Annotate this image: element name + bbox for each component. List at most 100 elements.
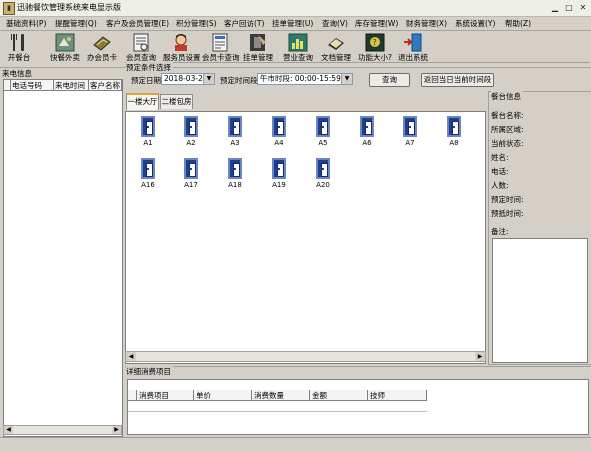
member-card-icon xyxy=(92,33,112,52)
takeout-button[interactable]: 快餐外卖 xyxy=(48,33,82,65)
exit-system-button[interactable]: 退出系统 xyxy=(398,33,428,65)
menu-bar: 基础资料(P) 提醒管理(Q) 客户及会员管理(E) 积分管理(S) 客户回访(… xyxy=(0,17,591,31)
consumption-grid[interactable]: 消费项目 单价 消费数量 金额 技师 xyxy=(127,379,589,435)
menu-item-customer-member[interactable]: 客户及会员管理(E) xyxy=(106,18,169,29)
scroll-right-arrow-icon[interactable]: ▶ xyxy=(475,352,485,361)
column-amount[interactable]: 金额 xyxy=(310,390,368,401)
minimize-button[interactable]: ▁ xyxy=(548,2,562,13)
scroll-right-arrow-icon[interactable]: ▶ xyxy=(112,426,121,434)
function-icon: ? xyxy=(365,33,385,52)
dining-table-a16[interactable]: A16 xyxy=(134,158,162,189)
field-arrival-time: 预抵时间: xyxy=(491,209,524,218)
dining-table-a17[interactable]: A17 xyxy=(177,158,205,189)
menu-item-customer-visit[interactable]: 客户回访(T) xyxy=(224,18,264,29)
member-card-query-button[interactable]: 会员卡查询 xyxy=(202,33,240,65)
close-button[interactable]: ✕ xyxy=(576,2,590,13)
scroll-left-arrow-icon[interactable]: ◀ xyxy=(126,352,136,361)
column-unit-price[interactable]: 单价 xyxy=(194,390,252,401)
exit-door-icon xyxy=(403,33,423,52)
consumption-details-group: 详细消费项目 消费项目 单价 消费数量 金额 技师 xyxy=(125,366,591,437)
field-name: 姓名: xyxy=(491,153,509,162)
dining-table-grid: A1 A2 A3 A4 A5 A6 A7 A8 A16 A17 A18 A19 … xyxy=(125,111,486,364)
query-button[interactable]: 查询 xyxy=(369,73,410,87)
dining-table-a3[interactable]: A3 xyxy=(221,116,249,147)
menu-item-system-settings[interactable]: 系统设置(Y) xyxy=(455,18,495,29)
field-reserve-time: 预定时间: xyxy=(491,195,524,204)
tab-floor2-rooms[interactable]: 二楼包房 xyxy=(160,94,193,109)
business-query-button[interactable]: 营业查询 xyxy=(283,33,313,65)
field-phone: 电话: xyxy=(491,167,509,176)
dining-table-a8[interactable]: A8 xyxy=(440,116,468,147)
table-grid-hscrollbar[interactable]: ◀ ▶ xyxy=(125,351,486,362)
open-table-label: 开餐台 xyxy=(7,53,31,62)
order-hold-button[interactable]: 挂单管理 xyxy=(243,33,273,65)
table-row[interactable] xyxy=(128,401,427,412)
svg-text:?: ? xyxy=(373,38,377,47)
dining-table-a6[interactable]: A6 xyxy=(353,116,381,147)
fork-knife-icon xyxy=(9,33,29,52)
table-door-icon xyxy=(141,158,155,179)
table-info-title: 餐台信息 xyxy=(491,91,523,102)
menu-item-query[interactable]: 查询(V) xyxy=(322,18,348,29)
waiter-settings-button[interactable]: 服务员设置 xyxy=(163,33,201,65)
dining-table-a18[interactable]: A18 xyxy=(221,158,249,189)
menu-item-basic-data[interactable]: 基础资料(P) xyxy=(6,18,46,29)
row-selector-header xyxy=(128,390,137,401)
return-current-button[interactable]: 返回当日当前时间段 xyxy=(421,73,494,87)
dining-table-a20[interactable]: A20 xyxy=(309,158,337,189)
dining-table-a5[interactable]: A5 xyxy=(309,116,337,147)
table-label: A20 xyxy=(316,181,330,189)
column-call-time[interactable]: 来电时间 xyxy=(54,80,89,91)
menu-item-reminder[interactable]: 提醒管理(Q) xyxy=(55,18,97,29)
table-door-icon xyxy=(184,116,198,137)
menu-item-order-hold[interactable]: 挂单管理(U) xyxy=(272,18,313,29)
dining-table-a1[interactable]: A1 xyxy=(134,116,162,147)
column-item[interactable]: 消费项目 xyxy=(137,390,194,401)
takeout-label: 快餐外卖 xyxy=(50,53,80,62)
member-query-button[interactable]: 会员查询 xyxy=(126,33,156,65)
dining-table-a2[interactable]: A2 xyxy=(177,116,205,147)
table-label: A8 xyxy=(449,139,459,147)
maximize-button[interactable]: □ xyxy=(562,2,576,13)
chevron-down-icon[interactable]: ▼ xyxy=(203,74,214,84)
table-door-icon xyxy=(228,158,242,179)
table-label: A1 xyxy=(143,139,153,147)
scroll-left-arrow-icon[interactable]: ◀ xyxy=(4,426,13,434)
table-label: A5 xyxy=(318,139,328,147)
notes-textarea[interactable] xyxy=(492,238,588,363)
document-management-button[interactable]: 文档管理 xyxy=(320,33,352,65)
caller-table[interactable]: 电话号码 来电时间 客户名称 xyxy=(3,79,123,437)
menu-item-finance[interactable]: 财务管理(X) xyxy=(406,18,447,29)
column-technician[interactable]: 技师 xyxy=(368,390,427,401)
dining-table-a4[interactable]: A4 xyxy=(265,116,293,147)
caller-info-panel: 来电信息 电话号码 来电时间 客户名称 ◀ ▶ xyxy=(2,68,123,437)
menu-item-inventory[interactable]: 库存管理(W) xyxy=(355,18,398,29)
field-table-name: 餐台名称: xyxy=(491,111,524,120)
date-picker[interactable]: 2018-03-23 ▼ xyxy=(161,73,215,85)
table-label: A16 xyxy=(141,181,155,189)
period-label: 预定时间段 xyxy=(220,76,258,85)
caller-table-hscrollbar[interactable]: ◀ ▶ xyxy=(3,425,122,435)
dining-table-a7[interactable]: A7 xyxy=(396,116,424,147)
function-button[interactable]: ? 功能大小? xyxy=(358,33,392,65)
column-customer-name[interactable]: 客户名称 xyxy=(89,80,122,91)
chevron-down-icon[interactable]: ▼ xyxy=(341,74,352,84)
column-quantity[interactable]: 消费数量 xyxy=(252,390,310,401)
dining-table-a19[interactable]: A19 xyxy=(265,158,293,189)
table-label: A6 xyxy=(362,139,372,147)
period-select[interactable]: 午市时段: 00:00-15:59 ▼ xyxy=(257,73,353,85)
menu-item-help[interactable]: 帮助(Z) xyxy=(505,18,531,29)
open-table-button[interactable]: 开餐台 xyxy=(6,33,32,65)
table-door-icon xyxy=(360,116,374,137)
column-phone[interactable]: 电话号码 xyxy=(11,80,54,91)
field-status: 当前状态: xyxy=(491,139,524,148)
period-value: 午市时段: 00:00-15:59 xyxy=(260,74,341,83)
table-door-icon xyxy=(316,158,330,179)
app-icon: ▮ xyxy=(3,2,15,15)
tab-floor1-hall[interactable]: 一楼大厅 xyxy=(126,93,159,110)
details-title: 详细消费项目 xyxy=(126,366,173,377)
issue-member-card-button[interactable]: 办会员卡 xyxy=(87,33,117,65)
title-bar: ▮ 迅驰餐饮管理系统来电显示版 ▁ □ ✕ xyxy=(0,0,591,17)
menu-item-points[interactable]: 积分管理(S) xyxy=(176,18,217,29)
table-label: A2 xyxy=(186,139,196,147)
